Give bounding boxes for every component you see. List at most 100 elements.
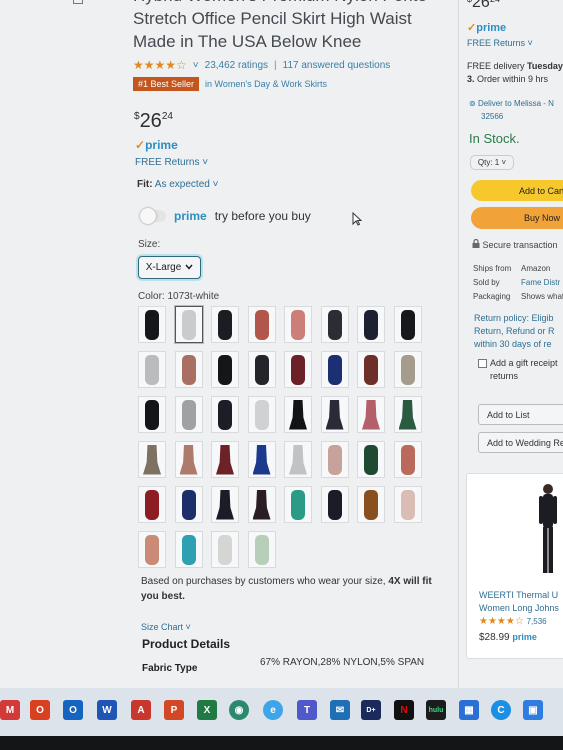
answered-questions-link[interactable]: 117 answered questions — [283, 60, 391, 71]
chevron-down-icon[interactable]: ˅ — [193, 60, 199, 71]
buybox-prime-badge: ✓prime — [467, 21, 506, 34]
color-swatch[interactable] — [284, 351, 312, 388]
color-swatch[interactable] — [211, 396, 239, 433]
color-swatch[interactable] — [320, 486, 349, 523]
buybox-free-returns-link[interactable]: FREE Returns ˅ — [467, 38, 533, 48]
skirt-thumbnail — [252, 444, 271, 475]
color-swatch[interactable] — [357, 306, 385, 343]
return-policy-link[interactable]: Return policy: Eligib Return, Refund or … — [474, 312, 555, 351]
calendar-icon[interactable]: ▦ — [459, 700, 479, 720]
color-swatch[interactable] — [174, 486, 203, 523]
color-swatch[interactable] — [284, 486, 312, 523]
color-swatch[interactable] — [247, 351, 276, 388]
teams-icon[interactable]: T — [297, 700, 317, 720]
color-swatch[interactable] — [284, 441, 312, 478]
skirt-thumbnail — [291, 354, 305, 385]
color-swatch[interactable] — [138, 351, 166, 388]
color-swatch[interactable] — [393, 486, 422, 523]
color-swatch[interactable] — [174, 306, 203, 343]
free-returns-link[interactable]: FREE Returns ˅ — [135, 157, 208, 168]
color-swatch[interactable] — [357, 351, 385, 388]
color-swatch[interactable] — [174, 441, 203, 478]
sold-by-link[interactable]: Fame Distr — [521, 278, 560, 287]
outlook-icon[interactable]: O — [63, 700, 83, 720]
edge-icon[interactable]: e — [263, 700, 283, 720]
star-rating-icon[interactable]: ★★★★☆ — [133, 58, 187, 72]
powerpoint-icon[interactable]: P — [164, 700, 184, 720]
ratings-link[interactable]: 23,462 ratings — [205, 60, 268, 71]
color-swatch[interactable] — [320, 306, 349, 343]
color-swatch[interactable] — [138, 306, 166, 343]
size-chart-link[interactable]: Size Chart ˅ — [141, 622, 191, 632]
color-swatch[interactable] — [211, 531, 239, 568]
color-swatch[interactable] — [393, 441, 422, 478]
quantity-dropdown[interactable]: Qty: 1 ˅ — [470, 155, 514, 170]
gift-receipt-checkbox[interactable] — [478, 359, 487, 369]
color-swatch[interactable] — [357, 441, 385, 478]
hulu-icon[interactable]: hulu — [426, 700, 446, 720]
best-seller-badge[interactable]: #1 Best Seller — [133, 77, 200, 91]
skirt-thumbnail — [143, 444, 161, 475]
best-seller-category-link[interactable]: in Women's Day & Work Skirts — [205, 79, 327, 89]
color-swatch[interactable] — [284, 396, 312, 433]
store-icon[interactable]: ▣ — [523, 700, 543, 720]
skirt-thumbnail — [254, 309, 269, 340]
color-swatch[interactable] — [247, 396, 276, 433]
color-swatch[interactable] — [138, 396, 166, 433]
color-swatch[interactable] — [393, 306, 422, 343]
share-icon[interactable] — [73, 0, 83, 4]
add-to-cart-button[interactable]: Add to Cart — [471, 180, 563, 201]
color-swatch[interactable] — [320, 441, 349, 478]
netflix-icon[interactable]: N — [394, 700, 414, 720]
color-swatch[interactable] — [357, 486, 385, 523]
color-swatch[interactable] — [247, 306, 276, 343]
ad-title[interactable]: WEERTI Thermal U Women Long Johns — [479, 589, 559, 615]
color-swatch[interactable] — [247, 441, 276, 478]
color-swatch[interactable] — [138, 486, 166, 523]
color-swatch[interactable] — [393, 396, 422, 433]
color-swatch[interactable] — [247, 531, 276, 568]
color-swatch[interactable] — [357, 396, 385, 433]
add-to-wedding-registry-button[interactable]: Add to Wedding Registry — [478, 432, 563, 453]
mail-icon[interactable]: ✉ — [330, 700, 350, 720]
color-swatch[interactable] — [211, 306, 239, 343]
access-icon[interactable]: A — [131, 700, 151, 720]
color-swatch[interactable] — [211, 486, 239, 523]
color-swatch[interactable] — [174, 351, 203, 388]
color-swatch[interactable] — [284, 306, 312, 343]
try-before-toggle[interactable] — [140, 208, 166, 224]
excel-icon[interactable]: X — [197, 700, 217, 720]
chrome-like-icon[interactable]: ◉ — [229, 700, 249, 720]
deliver-to-link[interactable]: ⊚ Deliver to Melissa - N 32566 — [469, 97, 554, 123]
color-swatch[interactable] — [320, 351, 349, 388]
color-swatch[interactable] — [247, 486, 276, 523]
office-icon[interactable]: O — [30, 700, 50, 720]
size-dropdown[interactable]: X-Large — [138, 256, 201, 279]
ad-product-image[interactable] — [537, 482, 559, 577]
color-swatch[interactable] — [393, 351, 422, 388]
color-swatch[interactable] — [211, 441, 239, 478]
skirt-thumbnail — [181, 534, 196, 565]
buybox-price: $2624 — [467, 0, 500, 12]
color-swatch[interactable] — [138, 441, 166, 478]
cortana-icon[interactable]: C — [491, 700, 511, 720]
color-swatch[interactable] — [174, 396, 203, 433]
disney-plus-icon[interactable]: D+ — [361, 700, 381, 720]
color-swatch[interactable] — [138, 531, 166, 568]
mcafee-icon[interactable]: M — [0, 700, 20, 720]
fit-value-link[interactable]: As expected ˅ — [155, 179, 219, 190]
ad-rating[interactable]: ★★★★☆ 7,536 — [479, 616, 547, 627]
prime-check-icon: ✓ — [467, 22, 477, 34]
color-swatch[interactable] — [320, 396, 349, 433]
buy-now-button[interactable]: Buy Now — [471, 207, 563, 229]
word-icon[interactable]: W — [97, 700, 117, 720]
try-before-text: try before you buy — [214, 209, 311, 223]
color-swatch[interactable] — [174, 531, 203, 568]
skirt-thumbnail — [181, 354, 196, 385]
deliver-to-zip: 32566 — [481, 112, 504, 121]
add-to-list-button[interactable]: Add to List — [478, 404, 563, 425]
return-policy-line-2: Return, Refund or R — [474, 326, 555, 336]
secure-transaction-link[interactable]: Secure transaction — [472, 238, 558, 250]
skirt-thumbnail — [181, 309, 196, 340]
color-swatch[interactable] — [211, 351, 239, 388]
